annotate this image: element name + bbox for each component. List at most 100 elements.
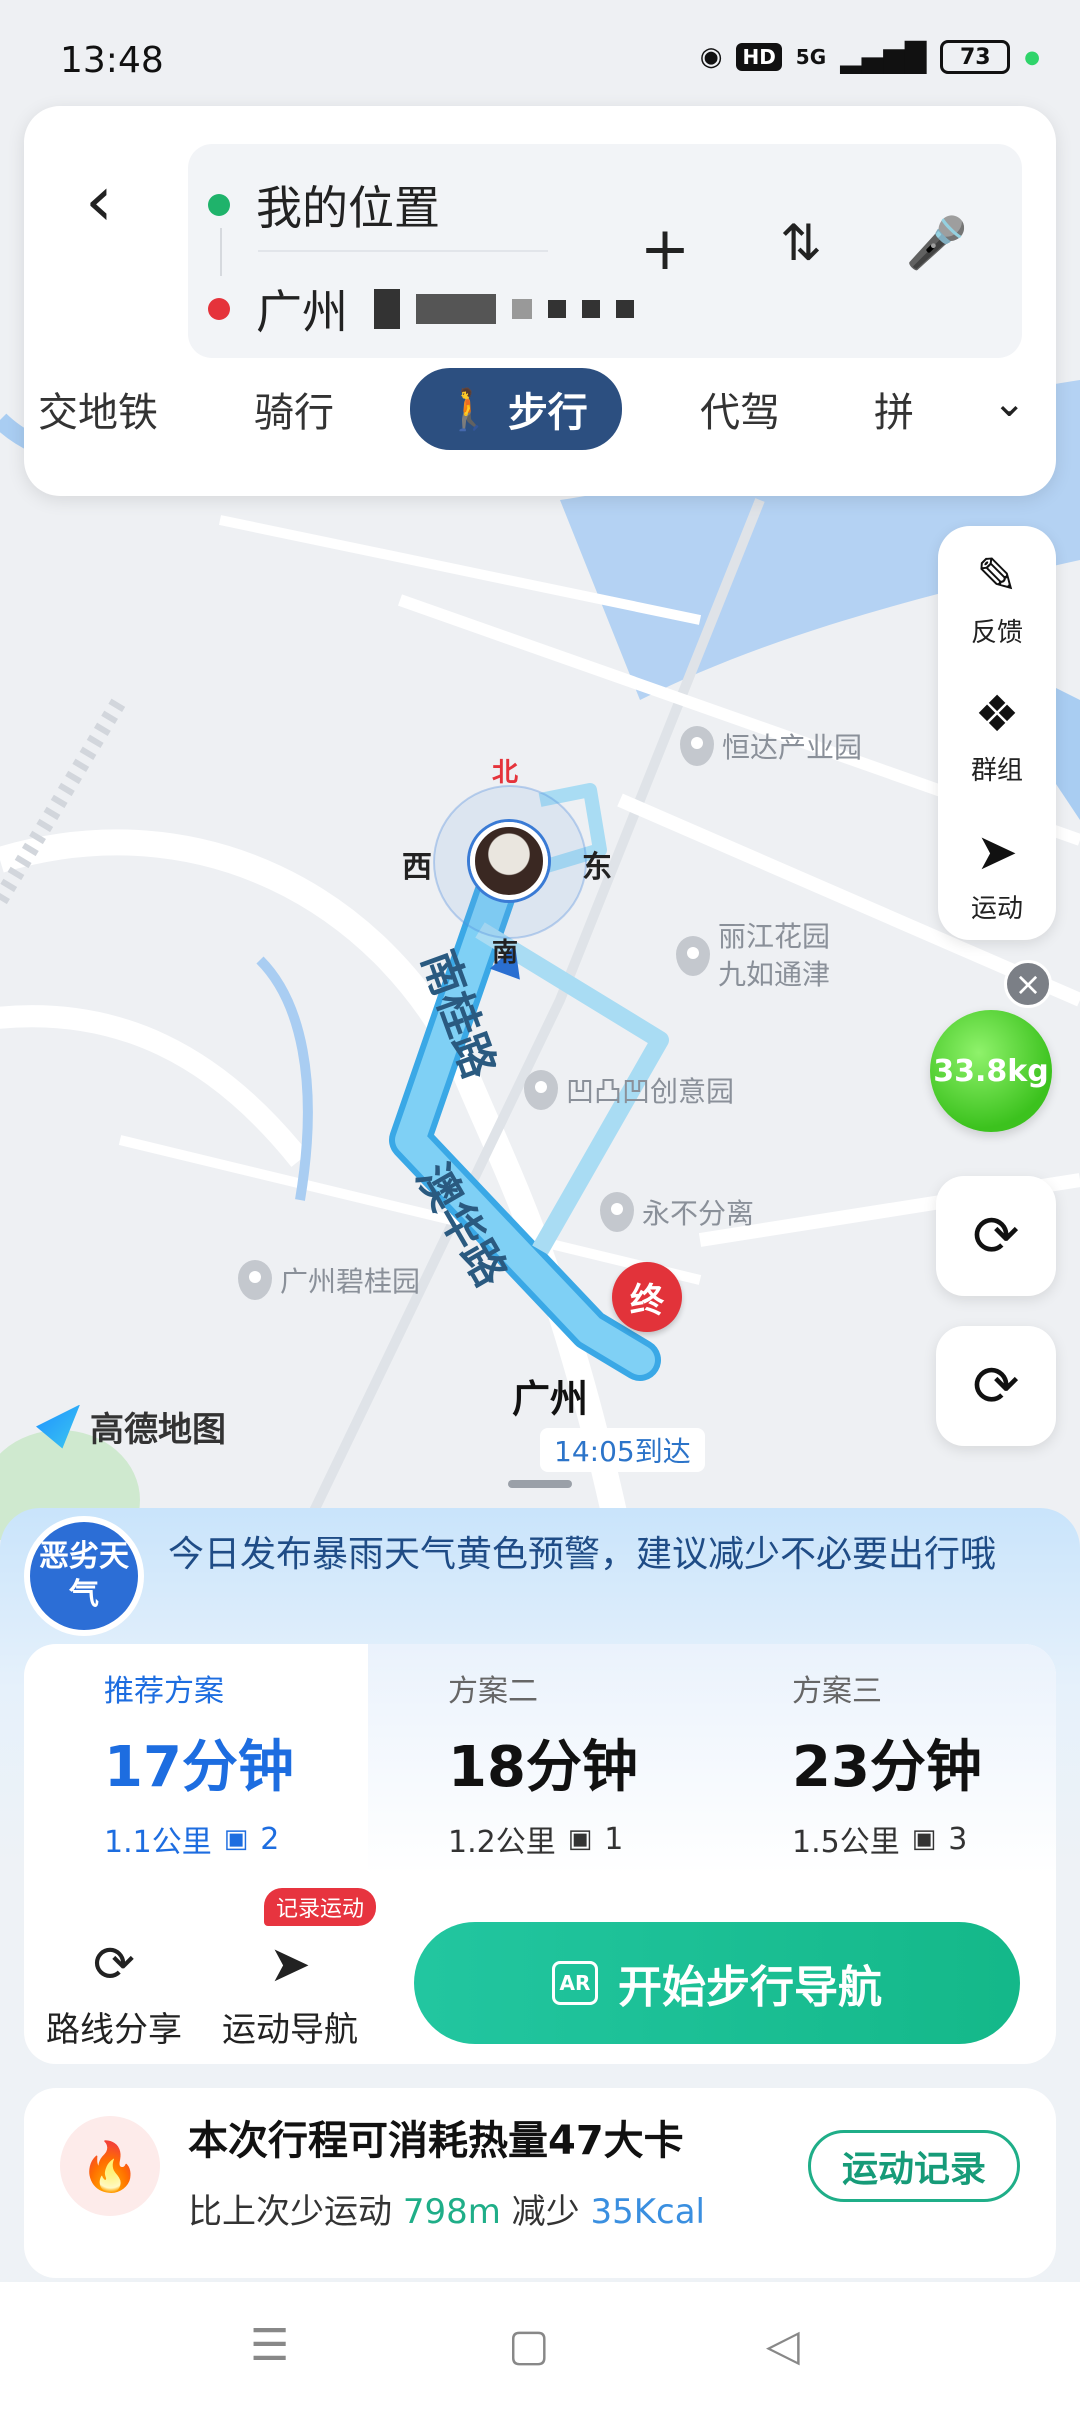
location-icon: ◉ xyxy=(699,42,723,72)
group-button[interactable]: ❖ 群组 xyxy=(938,684,1056,787)
compass-west: 西 xyxy=(402,850,432,885)
route-search-card: ‹ 我的位置 广州 + ⇅ 🎤 交地铁 骑行 🚶 步行 代驾 拼 ⌄ xyxy=(24,106,1056,496)
route-share-label: 路线分享 xyxy=(46,2010,182,2050)
walk-icon: 🚶 xyxy=(444,386,494,433)
plus-icon: + xyxy=(639,214,691,284)
refresh-route-button[interactable]: ⟳ xyxy=(936,1176,1056,1296)
plan-time: 17分钟 xyxy=(104,1735,294,1800)
start-walk-nav-label: 开始步行导航 xyxy=(618,1962,882,2013)
start-walk-nav-button[interactable]: AR 开始步行导航 xyxy=(414,1922,1020,2044)
plan-two[interactable]: 方案二 18分钟 1.2公里 ▣ 1 xyxy=(368,1666,712,1876)
record-sport-badge: 记录运动 xyxy=(264,1888,377,1926)
sport-nav-button[interactable]: ➤ 运动导航 xyxy=(200,1934,380,2051)
plan-lights: 3 xyxy=(948,1821,968,1857)
compass-north: 北 xyxy=(492,758,519,788)
calorie-card: 🔥 本次行程可消耗热量47大卡 比上次少运动 798m 减少 35Kcal 运动… xyxy=(24,2088,1056,2278)
poi-aotu[interactable]: 凹凸凹创意园 xyxy=(524,1070,734,1110)
route-start-field[interactable]: 我的位置 xyxy=(208,172,440,238)
weather-warning[interactable]: 恶劣天气 今日发布暴雨天气黄色预警，建议减少不必要出行哦 xyxy=(24,1516,1056,1656)
microphone-icon: 🎤 xyxy=(905,214,969,272)
calorie-kcal: 35Kcal xyxy=(590,2192,705,2232)
plan-recommended[interactable]: 推荐方案 17分钟 1.1公里 ▣ 2 xyxy=(24,1666,368,1876)
group-label: 群组 xyxy=(970,756,1023,786)
weight-badge[interactable]: 33.8kg xyxy=(930,1010,1052,1132)
back-button[interactable]: ‹ xyxy=(64,156,134,246)
poi-label-line1: 丽江花园 xyxy=(718,920,831,953)
end-marker[interactable]: 终 xyxy=(612,1262,682,1332)
poi-pin-icon xyxy=(524,1070,558,1110)
route-end-text: 广州 xyxy=(256,285,348,339)
sport-nav-label: 运动导航 xyxy=(222,2010,358,2050)
sport-button[interactable]: ➤ 运动 xyxy=(938,822,1056,925)
privacy-dot-icon: ● xyxy=(1024,46,1040,68)
plan-three[interactable]: 方案三 23分钟 1.5公里 ▣ 3 xyxy=(712,1666,1056,1876)
poi-pin-icon xyxy=(600,1192,634,1232)
tab-transit[interactable]: 交地铁 xyxy=(38,380,158,438)
close-icon[interactable]: × xyxy=(1004,960,1052,1008)
tab-walk[interactable]: 🚶 步行 xyxy=(410,368,622,450)
plan-name: 方案三 xyxy=(792,1674,882,1709)
chevron-down-icon[interactable]: ⌄ xyxy=(992,380,1026,426)
tab-carpool[interactable]: 拼 xyxy=(874,380,914,438)
poi-lijiang[interactable]: 丽江花园 九如通津 xyxy=(676,918,830,994)
traffic-light-icon: ▣ xyxy=(223,1824,249,1854)
signal-icon: ▂▄▆█ xyxy=(840,40,927,74)
calorie-subtitle: 比上次少运动 798m 减少 35Kcal xyxy=(188,2184,705,2233)
tab-driver[interactable]: 代驾 xyxy=(700,380,780,438)
menu-icon[interactable]: ☰ xyxy=(250,2320,289,2371)
plan-name: 推荐方案 xyxy=(104,1674,224,1709)
status-icons: ◉ HD 5G ▂▄▆█ 73 ● xyxy=(700,40,1040,74)
locate-button[interactable]: ⟳ xyxy=(936,1326,1056,1446)
tab-bike[interactable]: 骑行 xyxy=(254,380,334,438)
poi-label: 凹凸凹创意园 xyxy=(566,1075,735,1108)
poi-label: 广州碧桂园 xyxy=(280,1265,421,1298)
warning-text: 今日发布暴雨天气黄色预警，建议减少不必要出行哦 xyxy=(168,1534,997,1575)
calorie-distance: 798m xyxy=(402,2192,501,2232)
feedback-button[interactable]: ✎ 反馈 xyxy=(938,546,1056,649)
calorie-title: 本次行程可消耗热量47大卡 xyxy=(188,2118,684,2164)
route-actions: + ⇅ 🎤 xyxy=(630,214,972,284)
poi-label: 丽江花园 九如通津 xyxy=(718,918,830,994)
plan-meta: 1.2公里 ▣ 1 xyxy=(448,1817,712,1861)
warning-badge: 恶劣天气 xyxy=(24,1516,144,1636)
route-plans-card: 推荐方案 17分钟 1.1公里 ▣ 2 方案二 18分钟 1.2公里 ▣ 1 方案三 2… xyxy=(24,1644,1056,2064)
traffic-light-icon: ▣ xyxy=(911,1824,937,1854)
sport-record-button[interactable]: 运动记录 xyxy=(808,2130,1020,2202)
plan-distance: 1.2公里 xyxy=(448,1825,556,1860)
side-toolbar: ✎ 反馈 ❖ 群组 ➤ 运动 xyxy=(938,526,1056,940)
poi-pin-icon xyxy=(238,1260,272,1300)
refresh-icon: ⟳ xyxy=(972,1203,1020,1269)
poi-biguiyuan[interactable]: 广州碧桂园 xyxy=(238,1260,420,1300)
add-waypoint-button[interactable]: + xyxy=(630,214,700,284)
route-end-field[interactable]: 广州 xyxy=(208,276,634,342)
fire-icon: 🔥 xyxy=(60,2116,160,2216)
home-icon[interactable]: ▢ xyxy=(508,2320,550,2371)
swap-route-button[interactable]: ⇅ xyxy=(766,214,836,284)
route-share-button[interactable]: ⟳ 路线分享 xyxy=(24,1934,204,2051)
plan-name: 方案二 xyxy=(448,1674,538,1709)
route-start-text: 我的位置 xyxy=(256,181,440,235)
poi-yongbu[interactable]: 永不分离 xyxy=(600,1192,754,1232)
destination-label: 广州 xyxy=(512,1377,589,1421)
end-dot-icon xyxy=(208,298,230,320)
poi-label: 永不分离 xyxy=(642,1197,755,1230)
poi-pin-icon xyxy=(680,726,714,766)
amap-logo-icon xyxy=(36,1404,80,1449)
plan-meta: 1.1公里 ▣ 2 xyxy=(104,1817,368,1861)
battery-icon: 73 xyxy=(940,40,1011,74)
route-input-box: 我的位置 广州 + ⇅ 🎤 xyxy=(188,144,1022,358)
poi-hengda[interactable]: 恒达产业园 xyxy=(680,726,862,766)
share-icon: ⟳ xyxy=(93,1935,135,1993)
plan-time: 23分钟 xyxy=(792,1735,982,1800)
battery-level: 73 xyxy=(959,44,991,70)
voice-input-button[interactable]: 🎤 xyxy=(902,214,972,284)
user-location-avatar[interactable] xyxy=(470,822,548,900)
plan-meta: 1.5公里 ▣ 3 xyxy=(792,1817,1056,1861)
calorie-prefix: 比上次少运动 xyxy=(188,2192,392,2232)
sheet-drag-handle[interactable] xyxy=(508,1480,572,1488)
route-connector xyxy=(220,228,222,276)
back-triangle-icon[interactable]: ◁ xyxy=(766,2320,800,2371)
ar-icon: AR xyxy=(552,1961,598,2005)
plan-distance: 1.5公里 xyxy=(792,1825,900,1860)
chevron-left-icon: ‹ xyxy=(85,160,113,242)
